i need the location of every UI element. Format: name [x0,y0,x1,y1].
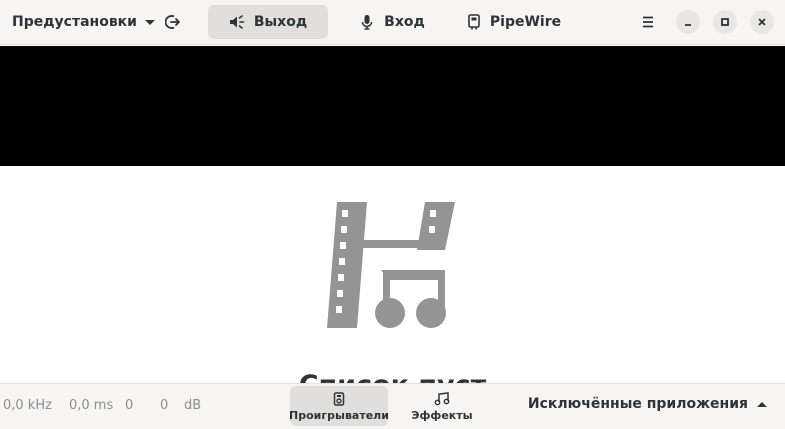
excluded-apps-button[interactable]: Исключённые приложения [528,396,767,412]
presets-menu-button[interactable]: Предустановки [0,7,163,37]
minimize-icon [685,24,691,26]
latency-readout: 0,0 ms [69,398,114,413]
view-players-button[interactable]: Проигрыватели [289,386,389,426]
close-button[interactable] [750,10,774,34]
music-notes-icon [434,391,450,407]
speaker-icon [229,14,245,30]
value-b-readout: 0 [160,398,169,413]
tab-label: PipeWire [489,14,562,30]
chevron-up-icon [757,401,767,407]
db-unit-label: dB [184,398,202,413]
video-audio-icon [327,202,455,328]
device-icon [467,14,481,30]
video-area [0,46,785,166]
header-bar: Предустановки Выход Вход PipeWire [0,0,785,45]
microphone-icon [359,14,375,30]
sample-rate-readout: 0,0 kHz [3,398,52,413]
tab-input[interactable]: Вход [352,5,432,39]
tab-output[interactable]: Выход [208,5,328,39]
maximize-button[interactable] [713,10,737,34]
bypass-icon [165,15,180,29]
view-effects-button[interactable]: Эффекты [408,386,476,426]
chevron-down-icon [145,19,155,25]
hamburger-menu-icon [643,16,653,28]
player-icon [333,391,345,407]
main-menu-button[interactable] [633,7,663,37]
presets-label: Предустановки [12,14,137,30]
close-icon [758,18,766,26]
bottom-bar: 0,0 kHz 0,0 ms 0 0 dB Проигрыватели Эффе… [0,383,785,429]
tab-label: Вход [384,14,425,30]
view-label: Проигрыватели [289,408,389,422]
tab-pipewire[interactable]: PipeWire [462,5,566,39]
view-label: Эффекты [411,408,473,422]
tab-label: Выход [253,14,308,30]
maximize-icon [721,18,729,26]
excluded-apps-label: Исключённые приложения [527,396,748,412]
bypass-button[interactable] [158,7,188,37]
value-a-readout: 0 [125,398,134,413]
minimize-button[interactable] [676,10,700,34]
